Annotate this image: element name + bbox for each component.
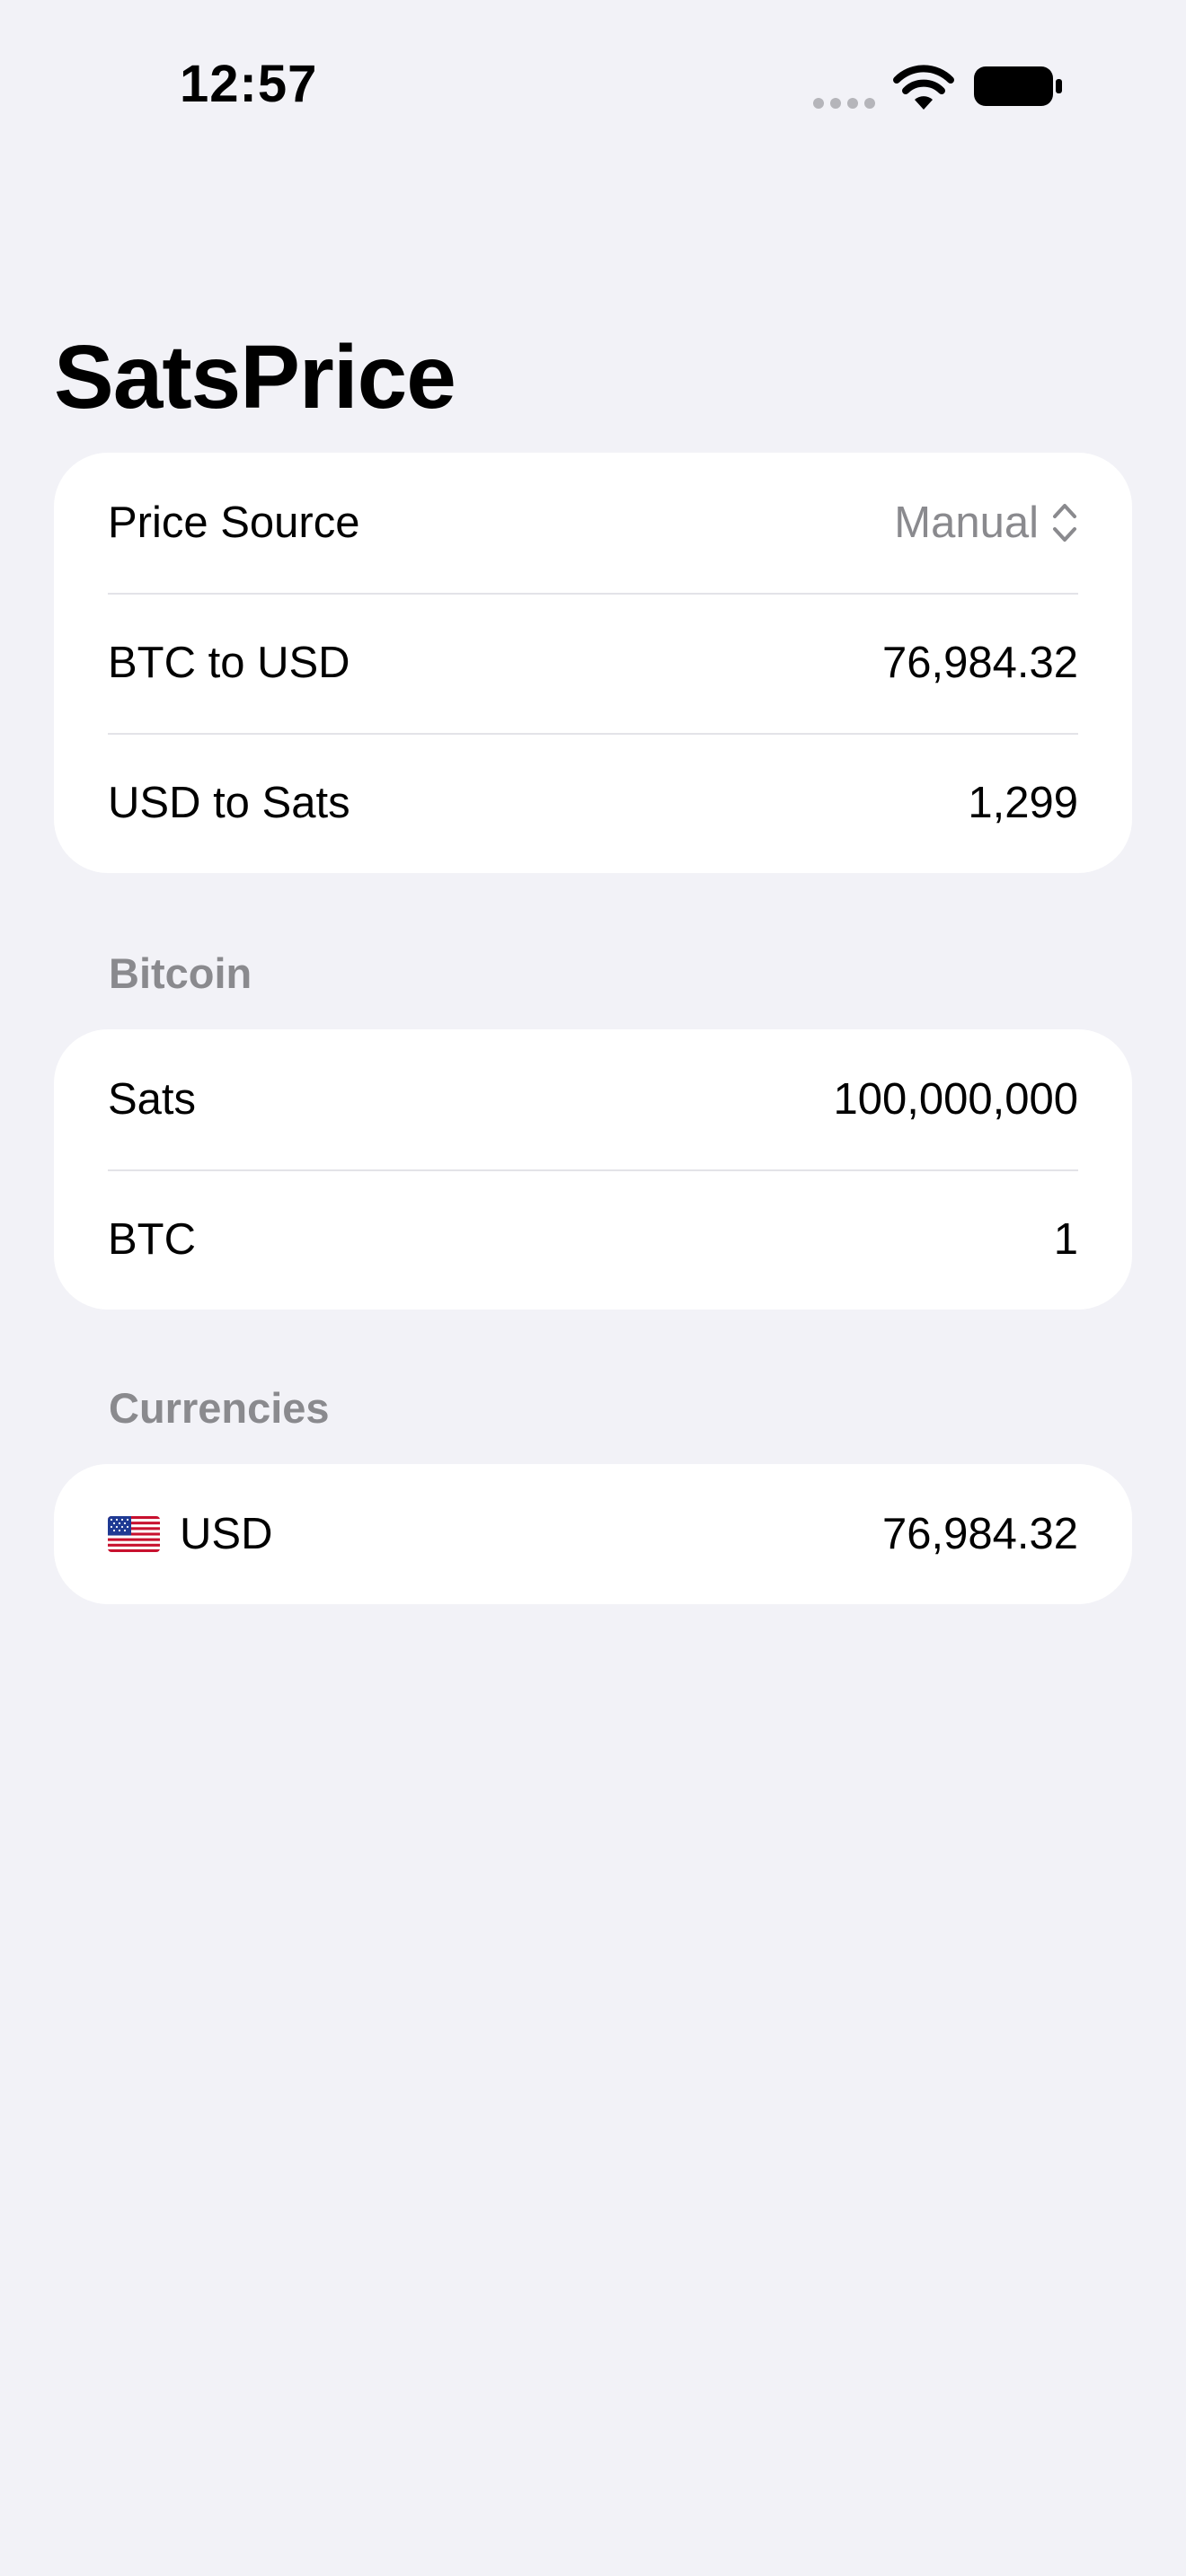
sats-label: Sats: [108, 1075, 197, 1124]
usd-to-sats-row[interactable]: USD to Sats 1,299: [54, 733, 1132, 873]
sats-row[interactable]: Sats 100,000,000: [54, 1029, 1132, 1169]
chevron-up-down-icon: [1053, 504, 1076, 542]
price-source-row[interactable]: Price Source Manual: [54, 453, 1132, 593]
section-header-currencies: Currencies: [109, 1384, 330, 1432]
btc-to-usd-field[interactable]: 76,984.32: [882, 638, 1078, 688]
currency-label: USD: [108, 1509, 272, 1559]
usd-to-sats-label: USD to Sats: [108, 779, 350, 827]
usd-to-sats-field[interactable]: 1,299: [968, 778, 1078, 828]
btc-to-usd-label: BTC to USD: [108, 639, 350, 687]
currencies-card: USD 76,984.32: [54, 1464, 1132, 1604]
btc-row[interactable]: BTC 1: [54, 1169, 1132, 1310]
price-source-value: Manual: [894, 498, 1039, 547]
price-source-label: Price Source: [108, 498, 360, 547]
btc-field[interactable]: 1: [1054, 1214, 1078, 1265]
battery-icon: [974, 66, 1062, 106]
currency-value-field[interactable]: 76,984.32: [882, 1509, 1078, 1559]
section-header-bitcoin: Bitcoin: [109, 949, 252, 997]
settings-card: Price Source Manual BTC to USD 76,984.32…: [54, 453, 1132, 873]
currency-code: USD: [180, 1510, 273, 1558]
us-flag-icon: [108, 1516, 160, 1552]
currency-row-usd[interactable]: USD 76,984.32: [54, 1464, 1132, 1604]
cellular-signal-icon: [813, 98, 875, 109]
sats-field[interactable]: 100,000,000: [834, 1074, 1079, 1125]
status-time: 12:57: [180, 55, 318, 113]
btc-to-usd-row[interactable]: BTC to USD 76,984.32: [54, 593, 1132, 733]
bitcoin-card: Sats 100,000,000 BTC 1: [54, 1029, 1132, 1310]
wifi-icon: [893, 65, 954, 110]
status-bar: 12:57: [0, 0, 1186, 171]
btc-label: BTC: [108, 1215, 196, 1264]
price-source-picker[interactable]: Manual: [894, 498, 1078, 548]
page-title: SatsPrice: [54, 327, 456, 428]
